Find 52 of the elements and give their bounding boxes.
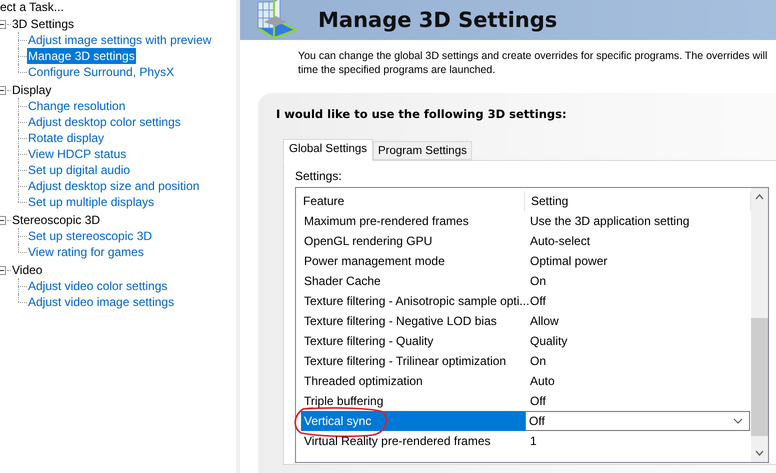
tree-item[interactable]: Adjust desktop color settings <box>27 114 182 130</box>
scroll-down-icon[interactable] <box>755 450 764 456</box>
setting-cell-text: On <box>529 273 546 290</box>
feature-cell[interactable]: Power management mode <box>301 251 525 271</box>
chevron-down-icon <box>733 418 743 424</box>
scrollbar[interactable] <box>751 188 768 462</box>
section-heading: I would like to use the following 3D settings: <box>276 107 568 121</box>
feature-cell[interactable]: Maximum pre-rendered frames <box>301 211 525 231</box>
setting-cell-text: Allow <box>529 313 559 330</box>
feature-cell[interactable]: Texture filtering - Quality <box>301 331 525 351</box>
tree-item[interactable]: Set up digital audio <box>27 162 132 178</box>
tree-category[interactable]: Video <box>12 262 42 278</box>
setting-cell-text: Auto-select <box>529 233 590 250</box>
tree-item[interactable]: Set up multiple displays <box>27 194 156 210</box>
tree-item[interactable]: Adjust video color settings <box>27 278 168 294</box>
settings-label: Settings: <box>295 169 343 183</box>
scroll-up-icon[interactable] <box>755 194 764 200</box>
feature-cell[interactable]: Threaded optimization <box>301 371 525 391</box>
tree-item[interactable]: Rotate display <box>27 130 106 146</box>
feature-cell[interactable]: OpenGL rendering GPU <box>301 231 525 251</box>
tree-category[interactable]: 3D Settings <box>12 16 74 32</box>
tree-item[interactable]: Change resolution <box>27 98 126 114</box>
tree-category[interactable]: Display <box>12 82 52 98</box>
column-header[interactable]: Feature <box>301 191 525 211</box>
feature-cell[interactable]: Virtual Reality pre-rendered frames <box>301 431 525 451</box>
setting-cell-text: Off <box>529 393 546 410</box>
setting-cell-text: On <box>529 353 546 370</box>
tree-category[interactable]: Stereoscopic 3D <box>12 212 100 228</box>
tree-item[interactable]: View HDCP status <box>27 146 128 162</box>
panel-caption: ect a Task... <box>0 0 65 14</box>
tree-item[interactable]: Configure Surround, PhysX <box>27 64 176 80</box>
feature-cell[interactable]: Texture filtering - Trilinear optimization <box>301 351 525 371</box>
tab[interactable]: Global Settings <box>283 139 373 161</box>
setting-cell-text: Use the 3D application setting <box>529 213 690 230</box>
feature-cell[interactable]: Shader Cache <box>301 271 525 291</box>
tree-item[interactable]: Adjust desktop size and position <box>27 178 200 194</box>
page-title: Manage 3D Settings <box>318 8 558 32</box>
tree-item[interactable]: Set up stereoscopic 3D <box>27 228 154 244</box>
setting-dropdown[interactable]: Off <box>525 411 750 431</box>
tree-item[interactable]: Adjust video image settings <box>27 294 176 310</box>
feature-cell[interactable]: Texture filtering - Negative LOD bias <box>301 311 525 331</box>
tree-item[interactable]: View rating for games <box>27 244 145 260</box>
feature-cell[interactable]: Triple buffering <box>301 391 525 411</box>
tab[interactable]: Program Settings <box>373 141 472 160</box>
setting-cell-text: Quality <box>529 333 568 350</box>
description-text: You can change the global 3D settings and create overrides for specific programs. The overrides will time the specified programs are launched. <box>298 49 768 77</box>
feature-cell[interactable]: Vertical sync <box>301 411 525 431</box>
setting-cell-text: Optimal power <box>529 253 608 270</box>
setting-cell-text: Auto <box>529 373 555 390</box>
setting-cell-text: 1 <box>529 433 537 450</box>
tree-item[interactable]: Manage 3D settings <box>27 48 136 64</box>
tree-item[interactable]: Adjust image settings with preview <box>27 32 212 48</box>
